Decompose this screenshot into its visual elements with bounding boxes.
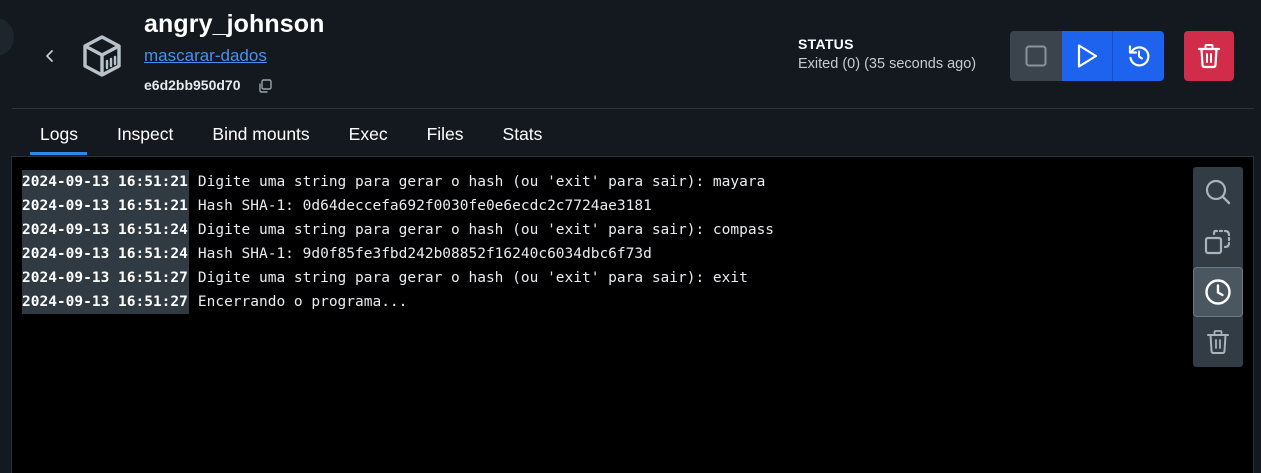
tab-bar: Logs Inspect Bind mounts Exec Files Stat… [30, 112, 581, 156]
log-timestamp: 2024-09-13 16:51:27 [22, 290, 189, 314]
container-name: angry_johnson [144, 10, 325, 38]
timestamps-toggle-button[interactable] [1193, 267, 1243, 317]
restart-icon [1128, 45, 1149, 67]
log-line: 2024-09-13 16:51:27 Encerrando o programa… [22, 290, 774, 314]
tab-logs[interactable]: Logs [30, 112, 87, 156]
log-line: 2024-09-13 16:51:21 Hash SHA-1: 0d64decce… [22, 194, 774, 218]
image-link[interactable]: mascarar-dados [144, 46, 267, 66]
log-lines: 2024-09-13 16:51:21 Digite uma string par… [22, 170, 774, 314]
log-message: Encerrando o programa... [197, 294, 408, 310]
log-toolbar [1193, 167, 1243, 367]
status-block: STATUS Exited (0) (35 seconds ago) [798, 36, 976, 72]
log-line: 2024-09-13 16:51:24 Hash SHA-1: 9d0f85fe3… [22, 242, 774, 266]
tab-exec[interactable]: Exec [349, 112, 388, 156]
container-icon [83, 35, 121, 77]
delete-button[interactable] [1184, 31, 1234, 81]
status-value: Exited (0) (35 seconds ago) [798, 56, 977, 72]
trash-icon [1197, 44, 1221, 69]
log-message: Hash SHA-1: 9d0f85fe3fbd242b08852f16240c… [197, 246, 652, 262]
chevron-left-icon [46, 50, 53, 62]
header-divider [12, 108, 1254, 109]
select-copy-button[interactable] [1193, 217, 1243, 267]
log-timestamp: 2024-09-13 16:51:21 [22, 170, 189, 194]
search-icon [1205, 179, 1231, 205]
search-logs-button[interactable] [1193, 167, 1243, 217]
log-timestamp: 2024-09-13 16:51:24 [22, 218, 189, 242]
container-actions [1010, 31, 1164, 81]
container-header: angry_johnson mascarar-dados e6d2bb950d7… [0, 0, 1261, 108]
log-line: 2024-09-13 16:51:24 Digite uma string par… [22, 218, 774, 242]
clear-logs-button[interactable] [1193, 317, 1243, 367]
container-id: e6d2bb950d70 [144, 77, 241, 93]
log-timestamp: 2024-09-13 16:51:27 [22, 266, 189, 290]
start-button[interactable] [1062, 31, 1113, 81]
log-viewer[interactable]: 2024-09-13 16:51:21 Digite uma string par… [11, 156, 1254, 473]
back-button[interactable] [38, 44, 62, 68]
select-copy-icon [1204, 229, 1231, 255]
log-message: Digite uma string para gerar o hash (ou … [197, 174, 766, 190]
restart-button[interactable] [1113, 31, 1164, 81]
tab-bind-mounts[interactable]: Bind mounts [212, 112, 309, 156]
log-timestamp: 2024-09-13 16:51:21 [22, 194, 189, 218]
tab-stats[interactable]: Stats [503, 112, 543, 156]
tab-inspect[interactable]: Inspect [117, 112, 173, 156]
clock-icon [1205, 279, 1231, 305]
stop-icon [1025, 45, 1047, 67]
trash-icon [1207, 330, 1229, 354]
status-label: STATUS [798, 36, 854, 52]
log-timestamp: 2024-09-13 16:51:24 [22, 242, 189, 266]
copy-icon[interactable] [257, 78, 273, 94]
tab-files[interactable]: Files [427, 112, 464, 156]
log-line: 2024-09-13 16:51:21 Digite uma string par… [22, 170, 774, 194]
log-message: Digite uma string para gerar o hash (ou … [197, 222, 775, 238]
log-message: Digite uma string para gerar o hash (ou … [197, 270, 748, 286]
stop-button[interactable] [1010, 31, 1062, 81]
play-icon [1077, 44, 1098, 68]
log-line: 2024-09-13 16:51:27 Digite uma string par… [22, 266, 774, 290]
log-message: Hash SHA-1: 0d64deccefa692f0030fe0e6ecdc… [197, 198, 652, 214]
